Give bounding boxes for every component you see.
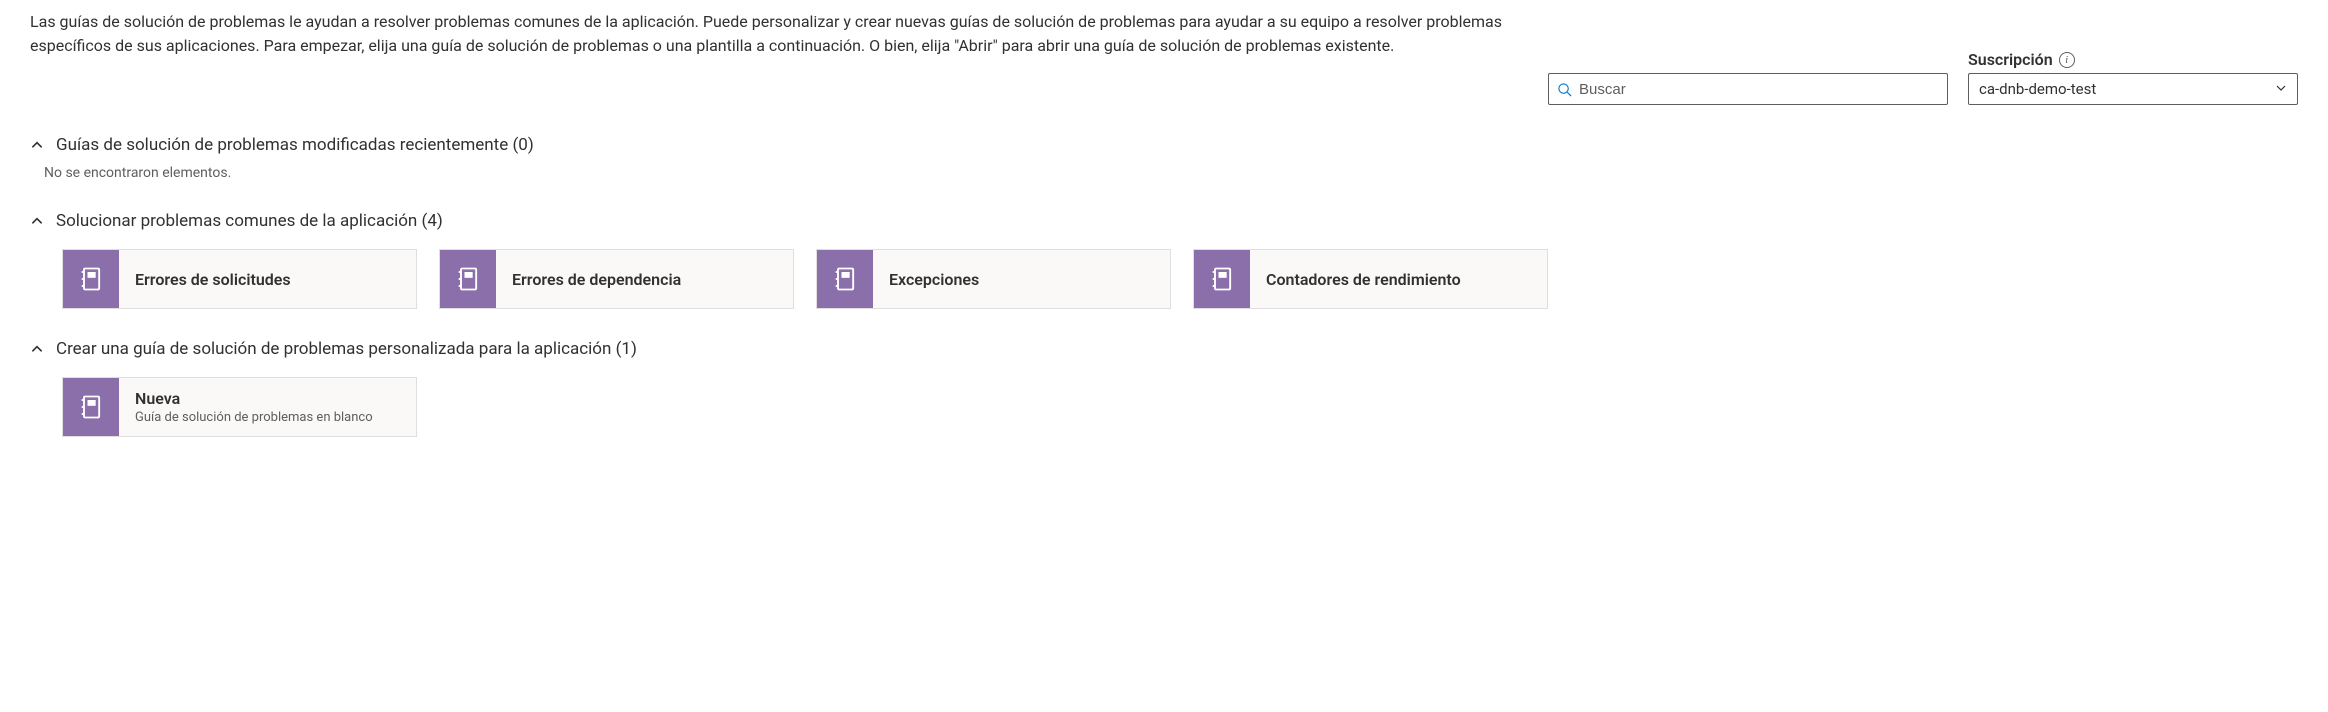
section-recent-header[interactable]: Guías de solución de problemas modificad… bbox=[30, 135, 2298, 155]
guide-card-dependency-errors[interactable]: Errores de dependencia bbox=[439, 249, 794, 309]
notebook-icon bbox=[63, 378, 119, 436]
search-container bbox=[1548, 73, 1948, 105]
subscription-label: Suscripción i bbox=[1968, 50, 2298, 69]
guide-card-body: Excepciones bbox=[873, 250, 995, 308]
notebook-icon bbox=[63, 250, 119, 308]
chevron-up-icon bbox=[30, 214, 44, 228]
guide-card-title: Contadores de rendimiento bbox=[1266, 270, 1461, 289]
guide-card-title: Nueva bbox=[135, 389, 373, 408]
guide-card-exceptions[interactable]: Excepciones bbox=[816, 249, 1171, 309]
info-icon[interactable]: i bbox=[2059, 52, 2075, 68]
intro-text: Las guías de solución de problemas le ay… bbox=[30, 10, 1580, 58]
notebook-icon bbox=[1194, 250, 1250, 308]
custom-card-row: Nueva Guía de solución de problemas en b… bbox=[62, 377, 2298, 437]
section-common-header[interactable]: Solucionar problemas comunes de la aplic… bbox=[30, 211, 2298, 231]
search-input[interactable] bbox=[1549, 74, 1947, 104]
subscription-selected-value: ca-dnb-demo-test bbox=[1979, 80, 2096, 98]
section-custom-title: Crear una guía de solución de problemas … bbox=[56, 339, 637, 359]
top-controls: Suscripción i ca-dnb-demo-test bbox=[30, 50, 2298, 105]
guide-card-perf-counters[interactable]: Contadores de rendimiento bbox=[1193, 249, 1548, 309]
section-custom-header[interactable]: Crear una guía de solución de problemas … bbox=[30, 339, 2298, 359]
guide-card-body: Errores de dependencia bbox=[496, 250, 697, 308]
section-recent-empty: No se encontraron elementos. bbox=[44, 165, 2298, 181]
notebook-icon bbox=[817, 250, 873, 308]
guide-card-subtitle: Guía de solución de problemas en blanco bbox=[135, 410, 373, 425]
guide-card-body: Nueva Guía de solución de problemas en b… bbox=[119, 378, 389, 436]
guide-card-title: Errores de dependencia bbox=[512, 270, 681, 289]
search-box[interactable] bbox=[1548, 73, 1948, 105]
guide-card-title: Errores de solicitudes bbox=[135, 270, 291, 289]
guide-card-body: Errores de solicitudes bbox=[119, 250, 307, 308]
subscription-label-text: Suscripción bbox=[1968, 50, 2053, 69]
chevron-up-icon bbox=[30, 138, 44, 152]
search-icon bbox=[1557, 82, 1572, 97]
guide-card-new[interactable]: Nueva Guía de solución de problemas en b… bbox=[62, 377, 417, 437]
section-recent: Guías de solución de problemas modificad… bbox=[30, 135, 2298, 181]
notebook-icon bbox=[440, 250, 496, 308]
section-recent-title: Guías de solución de problemas modificad… bbox=[56, 135, 534, 155]
chevron-up-icon bbox=[30, 342, 44, 356]
guide-card-body: Contadores de rendimiento bbox=[1250, 250, 1477, 308]
subscription-container: Suscripción i ca-dnb-demo-test bbox=[1968, 50, 2298, 105]
chevron-down-icon bbox=[2275, 80, 2287, 98]
section-common: Solucionar problemas comunes de la aplic… bbox=[30, 211, 2298, 309]
subscription-select[interactable]: ca-dnb-demo-test bbox=[1968, 73, 2298, 105]
section-custom: Crear una guía de solución de problemas … bbox=[30, 339, 2298, 437]
guide-card-request-errors[interactable]: Errores de solicitudes bbox=[62, 249, 417, 309]
guide-card-title: Excepciones bbox=[889, 270, 979, 289]
section-common-title: Solucionar problemas comunes de la aplic… bbox=[56, 211, 443, 231]
common-card-row: Errores de solicitudes Errores de depend… bbox=[62, 249, 2298, 309]
